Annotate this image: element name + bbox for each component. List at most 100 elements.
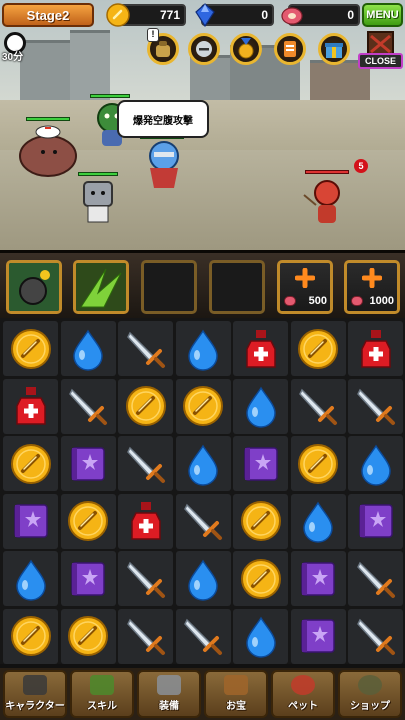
coin-tile[interactable] bbox=[290, 436, 346, 491]
book-icon bbox=[71, 561, 105, 596]
magic-book-tile[interactable] bbox=[233, 436, 288, 491]
sword-tile[interactable] bbox=[348, 378, 403, 434]
magic-book-tile[interactable] bbox=[290, 551, 346, 606]
nav-pet[interactable]: ペット bbox=[271, 670, 335, 718]
nav-label: 装備 bbox=[159, 701, 179, 712]
friend-button[interactable] bbox=[188, 33, 220, 65]
bottom-nav: キャラクター スキル 装備 お宝 ペット ショップ bbox=[0, 668, 405, 720]
sword-tile[interactable] bbox=[118, 436, 173, 491]
sword-tile[interactable] bbox=[118, 551, 173, 606]
sword-icon bbox=[126, 331, 165, 368]
water-drop-tile[interactable] bbox=[233, 378, 288, 434]
sword-icon bbox=[356, 388, 395, 425]
coin-icon bbox=[68, 616, 108, 656]
close-button[interactable]: CLOSE bbox=[358, 28, 403, 72]
hp-bar bbox=[26, 117, 70, 121]
hp-bar bbox=[90, 94, 130, 98]
coin-value: 771 bbox=[159, 8, 180, 22]
skill-slot-unlock[interactable]: 500 bbox=[277, 260, 333, 314]
sword-tile[interactable] bbox=[290, 378, 346, 434]
sword-tile[interactable] bbox=[348, 608, 403, 664]
coin-tile[interactable] bbox=[118, 378, 173, 434]
coin-tile[interactable] bbox=[3, 436, 58, 491]
coin-icon bbox=[106, 3, 130, 27]
coin-tile[interactable] bbox=[175, 378, 231, 434]
gem-counter: 0 bbox=[195, 3, 274, 27]
menu-button[interactable]: MENU bbox=[362, 3, 403, 27]
water-icon bbox=[360, 444, 391, 486]
coin-tile[interactable] bbox=[233, 493, 288, 549]
coin-counter: 771 bbox=[106, 3, 186, 27]
sword-icon bbox=[184, 503, 222, 540]
potion-tile[interactable] bbox=[118, 493, 173, 549]
coin-tile[interactable] bbox=[3, 321, 58, 376]
coin-tile[interactable] bbox=[60, 608, 116, 664]
medal-icon bbox=[238, 38, 254, 59]
potion-icon bbox=[360, 329, 391, 368]
achievement-button[interactable] bbox=[230, 33, 262, 65]
skill-slot-bomb[interactable] bbox=[6, 260, 62, 314]
nav-label: キャラクター bbox=[5, 701, 65, 712]
potion-icon bbox=[15, 387, 46, 425]
water-drop-tile[interactable] bbox=[175, 551, 231, 606]
gem-icon bbox=[195, 3, 215, 27]
potion-tile[interactable] bbox=[3, 378, 58, 434]
nav-shop[interactable]: ショップ bbox=[338, 670, 402, 718]
nav-treasure[interactable]: お宝 bbox=[204, 670, 268, 718]
plus-icon bbox=[362, 268, 382, 288]
water-drop-tile[interactable] bbox=[348, 436, 403, 491]
sword-icon bbox=[126, 618, 165, 655]
magic-book-tile[interactable] bbox=[60, 551, 116, 606]
sword-tile[interactable] bbox=[175, 493, 231, 549]
sword-tile[interactable] bbox=[118, 608, 173, 664]
book-icon bbox=[243, 446, 278, 481]
sword-tile[interactable] bbox=[60, 378, 116, 434]
nav-label: ペット bbox=[288, 701, 318, 712]
potion-tile[interactable] bbox=[348, 321, 403, 376]
skill-slot-empty[interactable] bbox=[209, 260, 265, 314]
skill-slot-wind[interactable] bbox=[73, 260, 129, 314]
potion-icon bbox=[130, 502, 161, 540]
sword-tile[interactable] bbox=[348, 551, 403, 606]
enemy-count-badge: 5 bbox=[354, 159, 368, 173]
water-drop-tile[interactable] bbox=[3, 551, 58, 606]
skill-slot-empty[interactable] bbox=[141, 260, 197, 314]
coin-tile[interactable] bbox=[290, 321, 346, 376]
meat-value: 0 bbox=[347, 8, 354, 22]
nav-equipment[interactable]: 装備 bbox=[137, 670, 201, 718]
nav-skill[interactable]: スキル bbox=[70, 670, 134, 718]
equipment-icon bbox=[157, 675, 181, 695]
notice-button[interactable] bbox=[274, 33, 306, 65]
sword-tile[interactable] bbox=[118, 321, 173, 376]
water-drop-tile[interactable] bbox=[175, 436, 231, 491]
leaf-skill-icon bbox=[76, 263, 126, 311]
coin-tile[interactable] bbox=[233, 551, 288, 606]
magic-book-tile[interactable] bbox=[60, 436, 116, 491]
water-icon bbox=[73, 329, 103, 371]
water-icon bbox=[188, 444, 218, 486]
potion-tile[interactable] bbox=[233, 321, 288, 376]
water-drop-tile[interactable] bbox=[290, 493, 346, 549]
water-drop-tile[interactable] bbox=[175, 321, 231, 376]
coin-tile[interactable] bbox=[3, 608, 58, 664]
stage-button[interactable]: Stage2 bbox=[2, 3, 94, 27]
water-drop-tile[interactable] bbox=[233, 608, 288, 664]
nav-character[interactable]: キャラクター bbox=[3, 670, 67, 718]
skill-slot-unlock[interactable]: 1000 bbox=[344, 260, 400, 314]
sword-icon bbox=[69, 388, 107, 425]
meat-counter: 0 bbox=[281, 4, 360, 26]
magic-book-tile[interactable] bbox=[348, 493, 403, 549]
magic-book-tile[interactable] bbox=[290, 608, 346, 664]
puzzle-grid bbox=[3, 321, 403, 664]
coin-icon bbox=[298, 328, 338, 369]
gift-button[interactable] bbox=[318, 33, 350, 65]
water-drop-tile[interactable] bbox=[60, 321, 116, 376]
magic-book-tile[interactable] bbox=[3, 493, 58, 549]
sword-icon bbox=[356, 618, 395, 655]
sword-tile[interactable] bbox=[175, 608, 231, 664]
water-icon bbox=[15, 559, 46, 601]
sword-icon bbox=[299, 388, 337, 425]
coin-icon bbox=[10, 616, 51, 656]
coin-tile[interactable] bbox=[60, 493, 116, 549]
brute-monster bbox=[19, 125, 77, 177]
